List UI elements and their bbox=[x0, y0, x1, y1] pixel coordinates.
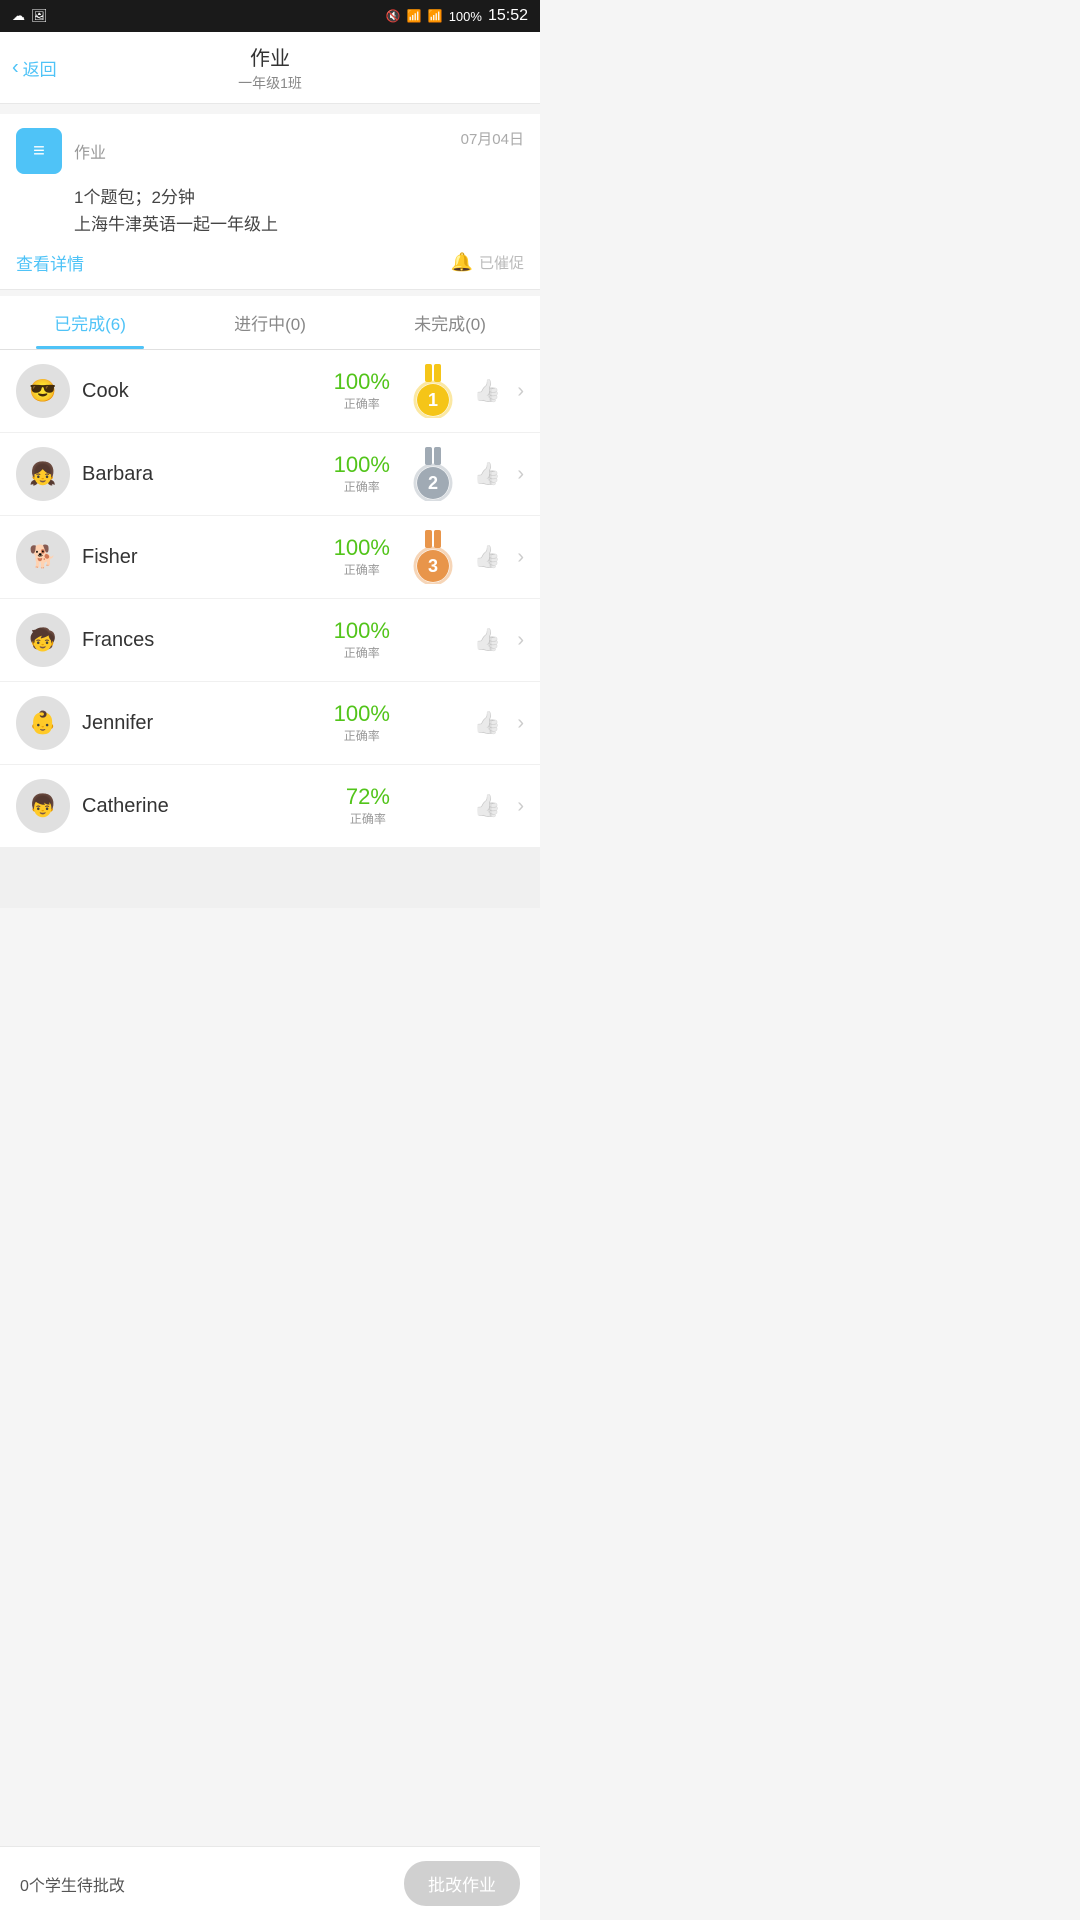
tab-completed[interactable]: 已完成(6) bbox=[0, 296, 180, 349]
avatar: 👶 bbox=[16, 696, 70, 750]
pending-label: 0个学生待批改 bbox=[20, 1872, 125, 1896]
tab-not-done[interactable]: 未完成(0) bbox=[360, 296, 540, 349]
view-detail-link[interactable]: 查看详情 bbox=[16, 250, 84, 275]
back-label: 返回 bbox=[23, 55, 57, 80]
avatar: 🧒 bbox=[16, 613, 70, 667]
score-label: 正确率 bbox=[334, 395, 390, 412]
score-percent: 100% bbox=[334, 620, 390, 642]
chevron-right-icon: › bbox=[517, 380, 524, 403]
status-right-icons: 🔇 📶 📶 100% 15:52 bbox=[386, 7, 528, 25]
thumbs-up-icon[interactable]: 👍 bbox=[474, 378, 501, 404]
status-left-icons: ☁ 🖼 bbox=[12, 8, 48, 24]
reminded-label: 已催促 bbox=[479, 252, 524, 273]
score-label: 正确率 bbox=[334, 727, 390, 744]
score-percent: 100% bbox=[334, 703, 390, 725]
thumbs-up-icon[interactable]: 👍 bbox=[474, 710, 501, 736]
back-button[interactable]: ‹ 返回 bbox=[12, 55, 57, 80]
mute-icon: 🔇 bbox=[386, 9, 401, 23]
assignment-date: 07月04日 bbox=[461, 128, 524, 149]
score-label: 正确率 bbox=[346, 810, 390, 827]
assignment-footer: 查看详情 🔔 已催促 bbox=[16, 250, 524, 275]
student-name: Barbara bbox=[82, 463, 322, 486]
assignment-card: ≡ 作业 07月04日 1个题包；2分钟 上海牛津英语一起一年级上 查看详情 🔔… bbox=[0, 114, 540, 290]
medal-1: 1 bbox=[410, 364, 456, 418]
document-icon: ≡ bbox=[33, 140, 45, 163]
score-block: 100% 正确率 bbox=[334, 454, 390, 495]
student-name: Catherine bbox=[82, 795, 334, 818]
thumbs-up-icon[interactable]: 👍 bbox=[474, 461, 501, 487]
tab-in-progress[interactable]: 进行中(0) bbox=[180, 296, 360, 349]
score-block: 100% 正确率 bbox=[334, 371, 390, 412]
student-name: Cook bbox=[82, 380, 322, 403]
student-name: Jennifer bbox=[82, 712, 322, 735]
student-item[interactable]: 👶 Jennifer 100% 正确率 👍 › bbox=[0, 682, 540, 765]
student-name: Fisher bbox=[82, 546, 322, 569]
chevron-right-icon: › bbox=[517, 795, 524, 818]
score-percent: 100% bbox=[334, 454, 390, 476]
chevron-right-icon: › bbox=[517, 546, 524, 569]
grade-button[interactable]: 批改作业 bbox=[404, 1861, 520, 1906]
assignment-label: 作业 bbox=[74, 139, 106, 163]
score-block: 100% 正确率 bbox=[334, 620, 390, 661]
back-chevron-icon: ‹ bbox=[12, 56, 19, 79]
page-title: 作业 bbox=[16, 42, 524, 71]
student-item[interactable]: 🧒 Frances 100% 正确率 👍 › bbox=[0, 599, 540, 682]
score-percent: 72% bbox=[346, 786, 390, 808]
cloud-icon: ☁ bbox=[12, 8, 25, 24]
gray-spacer bbox=[0, 848, 540, 908]
assignment-desc: 1个题包；2分钟 上海牛津英语一起一年级上 bbox=[16, 184, 524, 238]
assignment-top-left: ≡ 作业 bbox=[16, 128, 106, 174]
score-label: 正确率 bbox=[334, 644, 390, 661]
score-percent: 100% bbox=[334, 371, 390, 393]
wifi-icon: 📶 bbox=[407, 9, 422, 23]
avatar: 🐕 bbox=[16, 530, 70, 584]
score-block: 72% 正确率 bbox=[346, 786, 390, 827]
chevron-right-icon: › bbox=[517, 712, 524, 735]
assignment-line2: 上海牛津英语一起一年级上 bbox=[74, 211, 524, 238]
student-item[interactable]: 🐕 Fisher 100% 正确率 3 👍 › bbox=[0, 516, 540, 599]
avatar: 😎 bbox=[16, 364, 70, 418]
student-item[interactable]: 😎 Cook 100% 正确率 1 👍 › bbox=[0, 350, 540, 433]
score-block: 100% 正确率 bbox=[334, 537, 390, 578]
reminder-section[interactable]: 🔔 已催促 bbox=[451, 252, 524, 273]
page-subtitle: 一年级1班 bbox=[16, 73, 524, 93]
chevron-right-icon: › bbox=[517, 463, 524, 486]
avatar: 👦 bbox=[16, 779, 70, 833]
svg-text:1: 1 bbox=[428, 390, 438, 410]
student-item[interactable]: 👧 Barbara 100% 正确率 2 👍 › bbox=[0, 433, 540, 516]
student-list: 😎 Cook 100% 正确率 1 👍 › 👧 Barbara 100% 正确率 2 👍 › 🐕 Fisher… bbox=[0, 350, 540, 848]
battery-label: 100% bbox=[449, 9, 482, 24]
bell-icon: 🔔 bbox=[451, 252, 473, 273]
score-label: 正确率 bbox=[334, 561, 390, 578]
thumbs-up-icon[interactable]: 👍 bbox=[474, 544, 501, 570]
svg-text:2: 2 bbox=[428, 473, 438, 493]
medal-3: 3 bbox=[410, 530, 456, 584]
bottom-bar: 0个学生待批改 批改作业 bbox=[0, 1846, 540, 1920]
time-label: 15:52 bbox=[488, 7, 528, 25]
chevron-right-icon: › bbox=[517, 629, 524, 652]
thumbs-up-icon[interactable]: 👍 bbox=[474, 793, 501, 819]
status-bar: ☁ 🖼 🔇 📶 📶 100% 15:52 bbox=[0, 0, 540, 32]
score-percent: 100% bbox=[334, 537, 390, 559]
medal-2: 2 bbox=[410, 447, 456, 501]
svg-text:3: 3 bbox=[428, 556, 438, 576]
assignment-header: ≡ 作业 07月04日 bbox=[16, 128, 524, 174]
tab-bar: 已完成(6) 进行中(0) 未完成(0) bbox=[0, 296, 540, 350]
score-block: 100% 正确率 bbox=[334, 703, 390, 744]
header: ‹ 返回 作业 一年级1班 bbox=[0, 32, 540, 104]
avatar: 👧 bbox=[16, 447, 70, 501]
image-icon: 🖼 bbox=[31, 8, 48, 24]
signal-icon: 📶 bbox=[428, 9, 443, 23]
score-label: 正确率 bbox=[334, 478, 390, 495]
student-name: Frances bbox=[82, 629, 322, 652]
assignment-icon: ≡ bbox=[16, 128, 62, 174]
assignment-line1: 1个题包；2分钟 bbox=[74, 184, 524, 211]
student-item[interactable]: 👦 Catherine 72% 正确率 👍 › bbox=[0, 765, 540, 848]
thumbs-up-icon[interactable]: 👍 bbox=[474, 627, 501, 653]
